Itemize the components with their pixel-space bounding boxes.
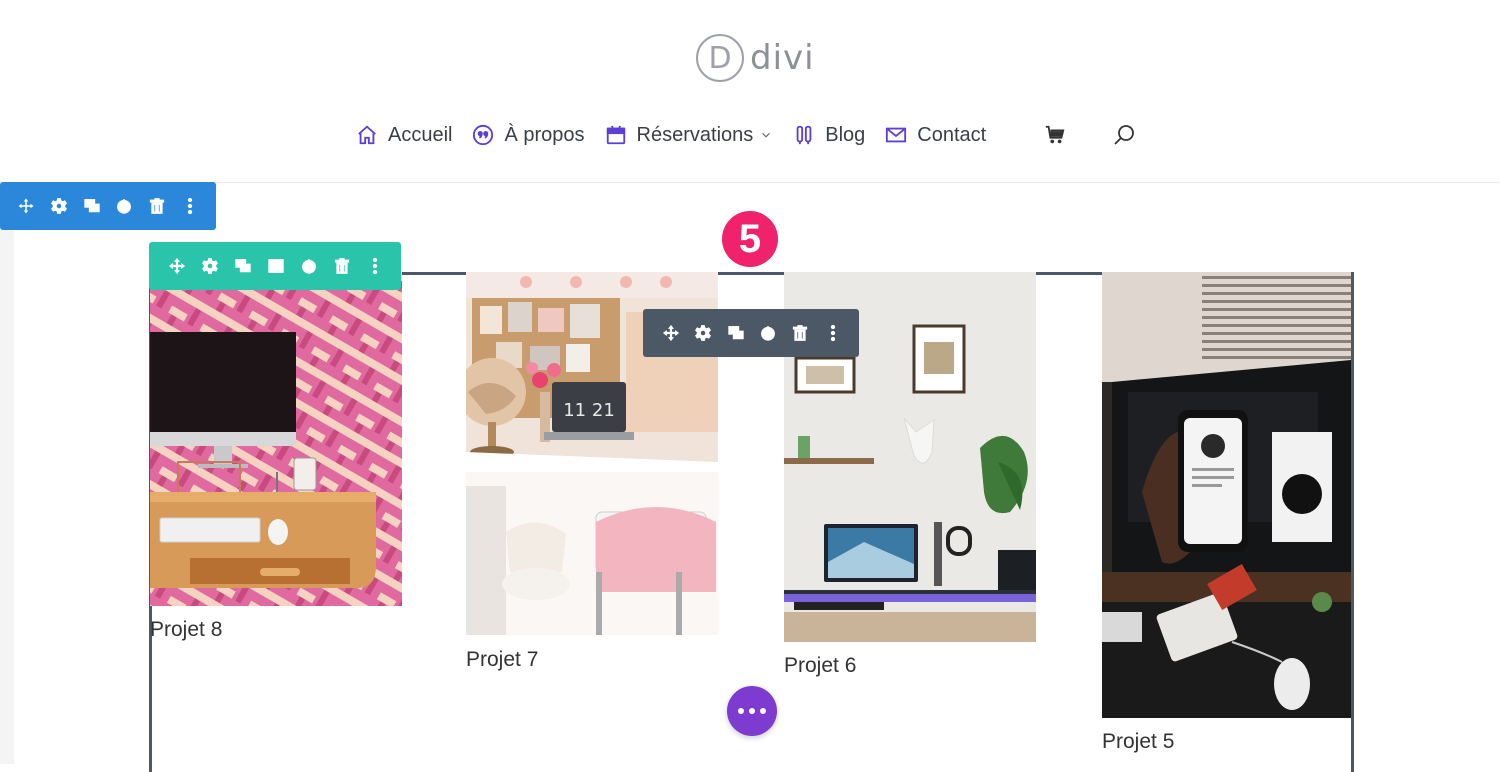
- move-icon: [169, 257, 186, 275]
- project-title[interactable]: Projet 5: [1102, 730, 1174, 754]
- module-toolbar: [643, 309, 859, 357]
- nav-item-blog[interactable]: Blog: [793, 124, 865, 147]
- step-badge: 5: [722, 211, 778, 267]
- nav-label: À propos: [504, 123, 585, 146]
- delete-button[interactable]: [784, 316, 816, 350]
- duplicate-button[interactable]: [227, 249, 260, 283]
- settings-button[interactable]: [194, 249, 227, 283]
- power-icon: [117, 199, 132, 214]
- nav-item-reservations[interactable]: Réservations: [605, 124, 774, 147]
- nav-item-accueil[interactable]: Accueil: [356, 124, 452, 147]
- save-button[interactable]: [292, 249, 325, 283]
- logo-text: divi: [750, 38, 815, 78]
- search-icon[interactable]: [1112, 123, 1136, 147]
- move-button[interactable]: [10, 189, 43, 223]
- settings-button[interactable]: [43, 189, 76, 223]
- save-button[interactable]: [752, 316, 784, 350]
- duplicate-button[interactable]: [720, 316, 752, 350]
- cart-icon[interactable]: [1044, 124, 1066, 146]
- duplicate-icon: [83, 199, 100, 213]
- laptop-clock: 11 21: [563, 400, 615, 421]
- move-button[interactable]: [655, 316, 687, 350]
- trash-icon: [149, 198, 165, 214]
- pencil-icon: [796, 125, 812, 145]
- portfolio-item-projet-8[interactable]: Projet 8: [150, 272, 402, 652]
- more-vertical-icon: [830, 324, 835, 342]
- more-vertical-icon: [187, 197, 192, 215]
- project-image[interactable]: [1102, 272, 1351, 718]
- portfolio-item-projet-5[interactable]: Projet 5: [1102, 272, 1354, 764]
- envelope-icon: [886, 127, 907, 143]
- more-horizontal-icon: [760, 708, 766, 714]
- add-module-button[interactable]: [727, 686, 777, 736]
- project-image[interactable]: [150, 272, 402, 606]
- more-horizontal-icon: [738, 708, 744, 714]
- more-vertical-icon: [372, 257, 377, 275]
- row-toolbar: [149, 242, 401, 290]
- site-logo[interactable]: D divi: [696, 34, 815, 82]
- delete-button[interactable]: [141, 189, 174, 223]
- more-horizontal-icon: [749, 708, 755, 714]
- home-icon: [358, 125, 376, 145]
- gear-icon: [51, 198, 67, 214]
- columns-icon: [268, 259, 284, 273]
- logo-mark: D: [696, 34, 744, 82]
- project-title[interactable]: Projet 7: [466, 648, 538, 672]
- nav-label: Blog: [825, 123, 866, 146]
- calendar-icon: [606, 125, 625, 145]
- settings-button[interactable]: [687, 316, 719, 350]
- nav-label: Contact: [917, 123, 987, 146]
- trash-icon: [334, 258, 349, 274]
- section-toolbar: [0, 182, 216, 230]
- move-button[interactable]: [161, 249, 194, 283]
- chevron-down-icon: [762, 132, 771, 138]
- site-header: D divi Accueil À propos Réservations Blo…: [0, 0, 1500, 183]
- duplicate-icon: [728, 326, 744, 340]
- nav-label: Réservations: [636, 123, 754, 146]
- nav-item-a-propos[interactable]: À propos: [472, 123, 585, 147]
- nav-label: Accueil: [388, 123, 453, 146]
- gear-icon: [695, 325, 712, 341]
- nav-item-contact[interactable]: Contact: [885, 124, 986, 147]
- move-icon: [18, 198, 34, 214]
- duplicate-button[interactable]: [75, 189, 108, 223]
- columns-button[interactable]: [260, 249, 293, 283]
- main-nav: Accueil À propos Réservations Blog Conta…: [356, 118, 1006, 152]
- save-button[interactable]: [108, 189, 141, 223]
- delete-button[interactable]: [325, 249, 358, 283]
- power-icon: [301, 259, 316, 274]
- project-title[interactable]: Projet 6: [784, 654, 856, 678]
- more-options-button[interactable]: [358, 249, 391, 283]
- duplicate-icon: [235, 259, 251, 273]
- gear-icon: [202, 258, 219, 274]
- move-icon: [663, 324, 680, 342]
- power-icon: [761, 326, 776, 341]
- project-title[interactable]: Projet 8: [150, 618, 222, 642]
- quote-icon: [473, 124, 494, 146]
- more-options-button[interactable]: [817, 316, 849, 350]
- trash-icon: [793, 325, 808, 341]
- more-options-button[interactable]: [173, 189, 206, 223]
